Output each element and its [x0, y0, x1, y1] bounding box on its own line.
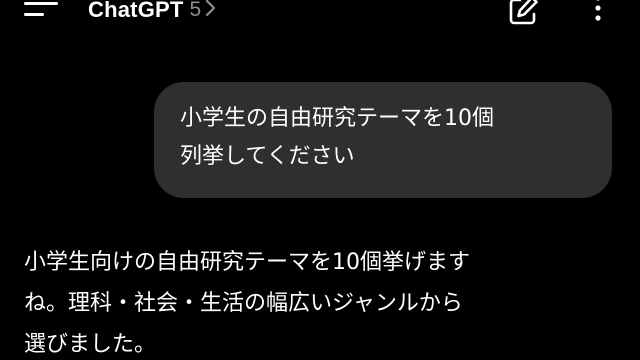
chat-app: ChatGPT 5 小学生の自由研究テーマを10個 列挙してください 小学生向け… — [0, 0, 640, 360]
menu-button[interactable] — [24, 0, 64, 24]
assistant-message-text: 小学生向けの自由研究テーマを10個挙げます ね。理科・社会・生活の幅広いジャンル… — [24, 250, 470, 357]
new-chat-button[interactable] — [506, 0, 540, 28]
edit-icon — [506, 0, 540, 32]
model-selector[interactable]: ChatGPT 5 — [88, 0, 217, 26]
assistant-message: 小学生向けの自由研究テーマを10個挙げます ね。理科・社会・生活の幅広いジャンル… — [24, 242, 620, 360]
user-message-bubble: 小学生の自由研究テーマを10個 列挙してください — [154, 82, 612, 198]
top-bar: ChatGPT 5 — [0, 0, 640, 30]
more-options-button[interactable] — [584, 0, 612, 28]
user-message-text: 小学生の自由研究テーマを10個 列挙してください — [180, 106, 494, 169]
chevron-right-icon — [205, 0, 217, 22]
app-title: ChatGPT — [88, 0, 184, 22]
model-version: 5 — [189, 0, 202, 21]
more-vertical-icon — [584, 0, 612, 32]
menu-icon — [24, 0, 64, 24]
